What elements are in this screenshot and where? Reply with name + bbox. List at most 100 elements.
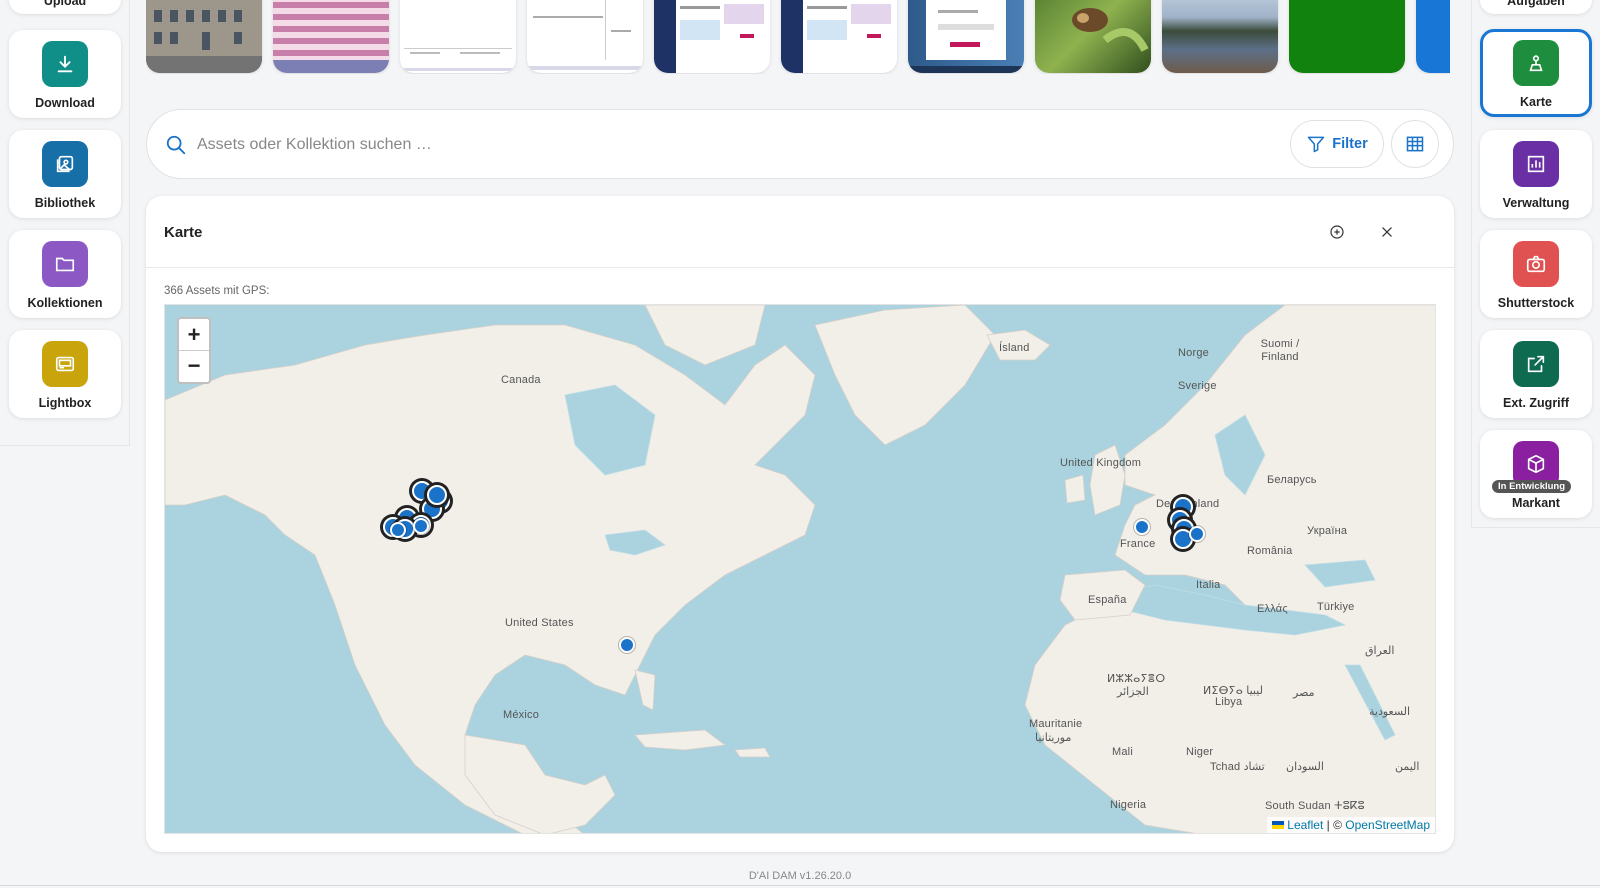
map-label: السودان [1286, 761, 1324, 773]
table-icon [1406, 136, 1424, 152]
map-label-nav: Karte [1520, 95, 1552, 109]
upload-label: Upload [43, 0, 87, 8]
administration-label: Verwaltung [1502, 196, 1570, 210]
table-view-button[interactable] [1391, 120, 1439, 168]
asset-thumbnail[interactable] [273, 0, 389, 73]
library-icon [42, 141, 88, 187]
lightbox-label: Lightbox [38, 396, 92, 410]
map-label: الجزائر [1117, 686, 1149, 698]
filter-button[interactable]: Filter [1290, 120, 1384, 168]
download-button[interactable]: Download [9, 30, 121, 118]
map-label: Türkiye [1317, 601, 1355, 613]
map-label: United States [505, 617, 574, 629]
map-label: Ísland [999, 342, 1030, 354]
add-widget-button[interactable] [1323, 218, 1351, 246]
filter-label: Filter [1332, 136, 1368, 152]
left-sidebar: Upload Download Bibliothek Kollektionen … [0, 0, 130, 446]
external-access-button[interactable]: Ext. Zugriff [1480, 330, 1592, 418]
external-access-label: Ext. Zugriff [1503, 396, 1569, 410]
map-icon [1513, 40, 1559, 86]
lightbox-button[interactable]: Lightbox [9, 330, 121, 418]
map-label: Mali [1112, 746, 1133, 758]
map-panel: Karte 366 Assets mit GPS: + − Canada Ísl… [146, 196, 1454, 852]
map-marker[interactable] [1189, 526, 1205, 542]
share-icon [1513, 341, 1559, 387]
shutterstock-label: Shutterstock [1497, 296, 1575, 310]
folder-icon [42, 241, 88, 287]
attribution-separator: | © [1326, 818, 1342, 832]
close-icon [1382, 227, 1392, 237]
library-button[interactable]: Bibliothek [9, 130, 121, 218]
map-button[interactable]: Karte [1480, 29, 1592, 117]
map-marker[interactable] [1134, 519, 1150, 535]
asset-thumbnail[interactable] [1289, 0, 1405, 73]
recent-assets-strip [146, 0, 1450, 74]
bottom-divider [0, 885, 1600, 886]
chart-icon [1513, 141, 1559, 187]
collections-button[interactable]: Kollektionen [9, 230, 121, 318]
ukraine-flag-icon [1271, 821, 1284, 829]
map-tiles [165, 305, 1435, 833]
search-input[interactable] [197, 132, 1197, 158]
zoom-control: + − [177, 317, 211, 384]
collections-label: Kollektionen [27, 296, 103, 310]
download-icon [42, 41, 88, 87]
map-attribution: Leaflet | © OpenStreetMap [1266, 817, 1435, 833]
map-panel-title: Karte [164, 224, 203, 241]
lightbox-icon [42, 341, 88, 387]
map-marker[interactable] [427, 485, 447, 505]
map-label: Mauritanie [1029, 718, 1083, 730]
search-icon [166, 135, 186, 155]
map-label: Україна [1307, 525, 1348, 537]
map-label: Niger [1186, 746, 1214, 758]
map-label: Nigeria [1110, 799, 1147, 811]
shutterstock-button[interactable]: Shutterstock [1480, 230, 1592, 318]
asset-thumbnail[interactable] [146, 0, 262, 73]
markant-button[interactable]: In Entwicklung Markant [1480, 430, 1592, 518]
map-label: United Kingdom [1060, 457, 1142, 469]
asset-thumbnail[interactable] [400, 0, 516, 73]
asset-thumbnail[interactable] [654, 0, 770, 73]
map-label: Ελλάς [1257, 603, 1288, 615]
tasks-label: Aufgaben [1507, 0, 1565, 8]
plus-circle-icon [1330, 225, 1344, 239]
camera-icon [1513, 241, 1559, 287]
upload-button[interactable]: Upload [9, 0, 121, 14]
map-marker[interactable] [619, 637, 635, 653]
map-label: Tchad تشاد [1210, 761, 1265, 773]
map-label: France [1120, 538, 1156, 550]
asset-thumbnail[interactable] [781, 0, 897, 73]
close-panel-button[interactable] [1373, 218, 1401, 246]
asset-thumbnail[interactable] [908, 0, 1024, 73]
filter-icon [1308, 136, 1325, 153]
administration-button[interactable]: Verwaltung [1480, 130, 1592, 218]
map-label: العراق [1365, 645, 1395, 657]
map-label: اليمن [1395, 761, 1420, 773]
zoom-in-button[interactable]: + [179, 319, 209, 350]
asset-thumbnail[interactable] [527, 0, 643, 73]
map-panel-header: Karte [146, 196, 1454, 268]
library-label: Bibliothek [34, 196, 96, 210]
map-label: España [1088, 594, 1127, 606]
osm-link[interactable]: OpenStreetMap [1345, 818, 1430, 832]
gps-asset-count: 366 Assets mit GPS: [164, 285, 270, 297]
download-label: Download [35, 96, 95, 110]
asset-thumbnail[interactable] [1035, 0, 1151, 73]
map-label: Sverige [1178, 380, 1217, 392]
asset-thumbnail[interactable] [1162, 0, 1278, 73]
in-development-badge: In Entwicklung [1492, 480, 1572, 493]
leaflet-link[interactable]: Leaflet [1287, 818, 1323, 832]
map-label: Беларусь [1267, 474, 1317, 486]
markant-label: Markant [1512, 496, 1560, 510]
zoom-out-button[interactable]: − [179, 350, 209, 381]
map-label: South Sudan ⵜⵓⴽⵓ [1265, 800, 1365, 812]
asset-thumbnail[interactable] [1416, 0, 1450, 73]
world-map[interactable]: + − Canada Ísland Norge Sverige Suomi / … [164, 304, 1436, 834]
map-label: Canada [501, 374, 541, 386]
map-marker[interactable] [390, 522, 406, 538]
map-marker[interactable] [413, 518, 429, 534]
tasks-button[interactable]: Aufgaben [1480, 0, 1592, 14]
map-label: ⵍⵣⵣⴰⵢⴻⵔ [1107, 673, 1166, 685]
map-label: مصر [1293, 687, 1315, 699]
map-label: Libya [1215, 696, 1243, 708]
